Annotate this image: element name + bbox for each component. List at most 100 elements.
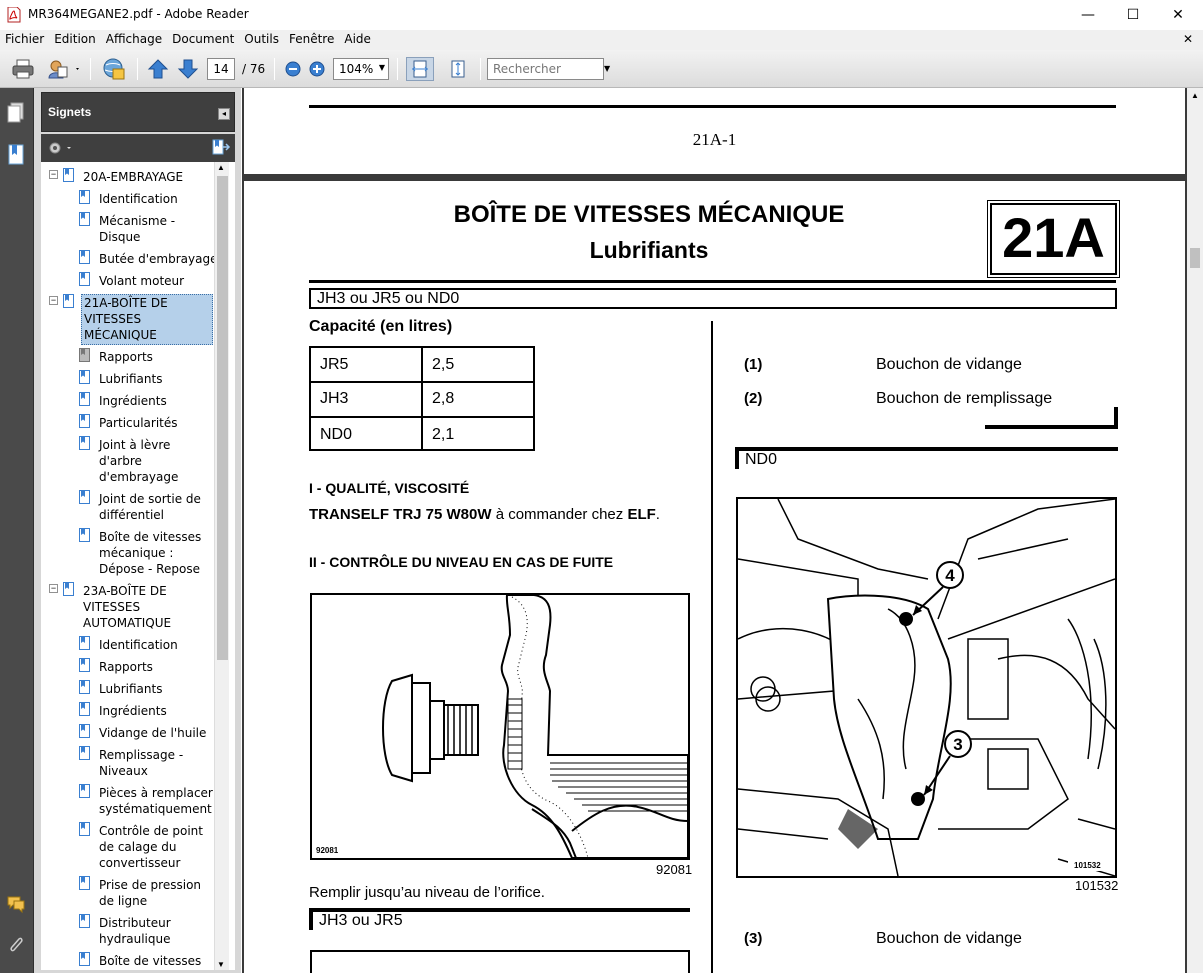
bookmarks-icon[interactable] (6, 144, 26, 166)
pages-icon[interactable] (6, 102, 26, 124)
comments-icon[interactable] (6, 894, 26, 916)
collapse-panel-button[interactable]: ◂ (218, 108, 230, 120)
chapter-badge: 21A (987, 200, 1120, 278)
bookmark-item[interactable]: Contrôle de point de calage du convertis… (99, 823, 203, 871)
menu-aide[interactable]: Aide (339, 30, 376, 50)
product-name: TRANSELF TRJ 75 W80W (309, 506, 492, 523)
bookmark-item[interactable]: Ingrédients (99, 393, 167, 409)
arrow-up-icon (147, 59, 169, 79)
bookmark-icon (79, 528, 90, 542)
print-button[interactable] (9, 57, 37, 81)
drain-plug-figure: 92081 (310, 593, 690, 860)
bookmark-item[interactable]: Identification (99, 637, 178, 653)
zoom-select[interactable]: 104% ▼ (333, 58, 389, 80)
collaborate-button[interactable] (99, 57, 129, 81)
gearbox-photo-figure: 4 3 101532 (736, 497, 1117, 878)
search-options-chevron-icon[interactable]: ▼ (604, 64, 610, 73)
document-scrollbar[interactable]: ▲ (1187, 88, 1203, 973)
page-number-input[interactable]: 14 (207, 58, 235, 80)
bookmark-item[interactable]: Boîte de vitesses mécanique : Dépose - R… (99, 529, 201, 577)
bookmark-item[interactable]: Joint à lèvre d'arbre d'embrayage (99, 437, 178, 485)
legend-number: (1) (744, 356, 763, 373)
bookmark-icon (79, 876, 90, 890)
callout-label: 3 (953, 735, 962, 754)
fit-width-button[interactable] (406, 57, 434, 81)
menu-edition[interactable]: Edition (49, 30, 101, 50)
bookmark-scrollbar[interactable]: ▲ ▼ (214, 162, 229, 970)
bookmark-item[interactable]: Remplissage - Niveaux (99, 747, 183, 779)
separator (480, 58, 481, 80)
window-title: MR364MEGANE2.pdf - Adobe Reader (28, 7, 249, 21)
bookmark-item[interactable]: Mécanisme - Disque (99, 213, 175, 245)
bookmark-item-selected[interactable]: 21A-BOÎTE DE VITESSES MÉCANIQUE (81, 294, 213, 345)
scroll-up-icon[interactable]: ▲ (1191, 91, 1199, 100)
section-bar-jh3: JH3 ou JR5 (309, 908, 690, 930)
previous-page-button[interactable] (146, 57, 170, 81)
bookmark-icon (79, 436, 90, 450)
collapse-toggle[interactable]: − (49, 170, 58, 179)
zoom-out-button[interactable] (283, 57, 303, 81)
collapse-toggle[interactable]: − (49, 584, 58, 593)
next-page-button[interactable] (176, 57, 200, 81)
bookmark-item[interactable]: Volant moteur (99, 273, 184, 289)
scroll-down-icon[interactable]: ▼ (217, 960, 225, 969)
chevron-down-icon: ▼ (378, 63, 385, 72)
table-cell: JH3 (320, 390, 349, 407)
bookmark-item[interactable]: Joint de sortie de différentiel (99, 491, 201, 523)
page-subtitle: Lubrifiants (589, 237, 709, 263)
plus-circle-icon (309, 61, 325, 77)
collapse-toggle[interactable]: − (49, 296, 58, 305)
capacity-table: JR5 2,5 JH3 2,8 ND0 2,1 (309, 346, 535, 451)
panel-title: Signets (48, 105, 92, 119)
quality-end: . (655, 506, 660, 523)
bookmark-icon (63, 168, 74, 182)
brand-name: ELF (627, 506, 656, 523)
bookmark-item[interactable]: Ingrédients (99, 703, 167, 719)
share-button[interactable] (45, 57, 83, 81)
document-view[interactable]: 21A-1 BOÎTE DE VITESSES MÉCANIQUE Lubrif… (242, 88, 1187, 973)
bookmark-item[interactable]: Rapports (99, 659, 153, 675)
figure-code: 101532 (1075, 878, 1119, 893)
scrollbar-thumb[interactable] (217, 176, 228, 660)
expand-bookmark-icon[interactable] (211, 139, 231, 157)
close-button[interactable]: ✕ (1155, 0, 1201, 30)
gear-icon[interactable] (47, 140, 73, 156)
bookmark-item[interactable]: Butée d'embrayage (99, 251, 217, 267)
bookmark-icon (63, 294, 74, 308)
bookmark-tree: − 20A-EMBRAYAGE Identification Mécanisme… (41, 162, 235, 970)
scroll-up-icon[interactable]: ▲ (217, 163, 225, 172)
bookmark-icon (79, 490, 90, 504)
bookmark-item[interactable]: Identification (99, 191, 178, 207)
bookmark-item[interactable]: Prise de pression de ligne (99, 877, 201, 909)
bookmark-item[interactable]: Lubrifiants (99, 371, 162, 387)
paperclip-icon[interactable] (6, 934, 26, 956)
bookmark-item[interactable]: Pièces à remplacer systématiquement (99, 785, 213, 817)
maximize-button[interactable]: ☐ (1110, 0, 1156, 30)
bookmark-item[interactable]: Distributeur hydraulique (99, 915, 171, 947)
separator (397, 58, 398, 80)
legend-number: (3) (744, 930, 763, 947)
fill-instruction: Remplir jusqu’au niveau de l’orifice. (309, 884, 545, 901)
minimize-button[interactable]: — (1065, 0, 1111, 30)
fit-page-button[interactable] (444, 57, 472, 81)
document-close-icon[interactable]: ✕ (1183, 32, 1193, 46)
menu-fichier[interactable]: Fichier (0, 30, 49, 50)
bookmark-item[interactable]: 23A-BOÎTE DE VITESSES AUTOMATIQUE (83, 583, 171, 631)
menu-document[interactable]: Document (167, 30, 239, 50)
menu-outils[interactable]: Outils (239, 30, 284, 50)
scrollbar-thumb[interactable] (1190, 248, 1200, 268)
bookmark-item[interactable]: Boîte de vitesses (99, 953, 201, 969)
divider (1114, 407, 1118, 429)
bookmark-item[interactable]: Vidange de l'huile (99, 725, 206, 741)
table-cell: ND0 (320, 426, 353, 443)
bookmark-item[interactable]: Particularités (99, 415, 178, 431)
bookmark-item[interactable]: Lubrifiants (99, 681, 162, 697)
search-input[interactable]: Rechercher (487, 58, 604, 80)
bookmark-item[interactable]: Rapports (99, 349, 153, 365)
menu-affichage[interactable]: Affichage (101, 30, 167, 50)
zoom-in-button[interactable] (307, 57, 327, 81)
legend-number: (2) (744, 390, 763, 407)
menu-fenetre[interactable]: Fenêtre (284, 30, 339, 50)
bookmark-item[interactable]: 20A-EMBRAYAGE (83, 169, 183, 185)
bookmark-icon (79, 272, 90, 286)
